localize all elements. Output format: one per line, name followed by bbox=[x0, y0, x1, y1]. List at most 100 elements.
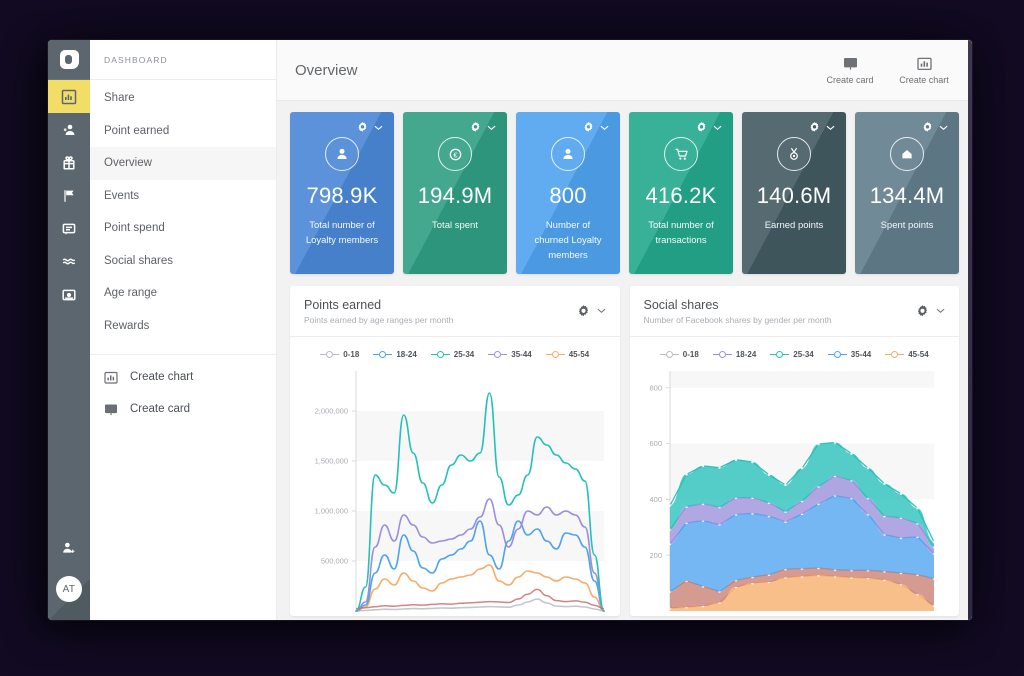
legend-item[interactable]: 25-34 bbox=[770, 350, 814, 359]
panel-subtitle: Points earned by age ranges per month bbox=[304, 314, 454, 325]
card-tools[interactable] bbox=[582, 112, 620, 134]
chart-panel-row: Points earned Points earned by age range… bbox=[290, 286, 959, 616]
rail-item-chart[interactable] bbox=[48, 80, 90, 113]
person-icon bbox=[337, 148, 347, 159]
sidebar-item-events[interactable]: Events bbox=[90, 180, 276, 213]
card-tools[interactable] bbox=[469, 112, 507, 134]
kpi-card-spent-points[interactable]: 134.4M Spent points bbox=[855, 112, 959, 274]
panel-title: Points earned bbox=[304, 297, 382, 312]
sidebar-create-chart-button[interactable]: Create chart bbox=[90, 361, 276, 393]
sidebar-item-overview[interactable]: Overview bbox=[90, 147, 276, 180]
sidebar-item-point-earned[interactable]: Point earned bbox=[90, 115, 276, 148]
kpi-card-loyalty-members[interactable]: 798.9K Total number of Loyalty members bbox=[290, 112, 394, 274]
rail-item-waves[interactable] bbox=[48, 245, 90, 278]
chevron-down-icon bbox=[600, 125, 609, 130]
screenshot-root: AT DASHBOARD Share Point earned Overview… bbox=[0, 0, 1024, 676]
legend-item[interactable]: 25-34 bbox=[430, 350, 475, 359]
chart-plot-area: 500,000 1,000,000 1,500,000 2,000,000 bbox=[290, 365, 620, 615]
message-icon bbox=[62, 223, 76, 235]
kpi-card-total-spent[interactable]: € 194.9M Total spent bbox=[403, 112, 507, 274]
legend-item[interactable]: 18-24 bbox=[373, 350, 417, 359]
chevron-down-icon bbox=[936, 308, 945, 314]
create-card-button[interactable]: Create card bbox=[824, 55, 876, 85]
waves-icon bbox=[62, 258, 76, 264]
card-tools[interactable] bbox=[921, 112, 959, 134]
panel-tools[interactable] bbox=[915, 304, 945, 319]
legend-item[interactable]: 35-44 bbox=[827, 350, 872, 359]
legend-label: 18-24 bbox=[735, 350, 757, 359]
svg-text:200: 200 bbox=[649, 551, 662, 560]
home-icon bbox=[902, 150, 912, 159]
legend-marker-icon bbox=[885, 351, 905, 358]
topbar: Overview Create card Create chart bbox=[277, 40, 972, 101]
legend-item[interactable]: 45-54 bbox=[885, 350, 929, 359]
sidebar-divider bbox=[90, 354, 276, 355]
panel-header-text: Social shares Number of Facebook shares … bbox=[644, 298, 832, 325]
sidebar-create-card-button[interactable]: Create card bbox=[90, 393, 276, 425]
rail-item-users[interactable] bbox=[48, 113, 90, 146]
gear-icon bbox=[471, 121, 480, 132]
panel-points-earned: Points earned Points earned by age range… bbox=[290, 286, 620, 616]
kpi-card-churned-members[interactable]: 800 Number of churned Loyalty members bbox=[516, 112, 620, 274]
legend-label: 25-34 bbox=[793, 350, 814, 359]
legend-item[interactable]: 0-18 bbox=[659, 350, 699, 359]
card-icon bbox=[843, 55, 858, 71]
gear-icon bbox=[810, 121, 819, 132]
legend-item[interactable]: 45-54 bbox=[545, 350, 590, 359]
card-label: Total number of transactions bbox=[648, 220, 714, 246]
svg-text:1,000,000: 1,000,000 bbox=[315, 507, 348, 516]
legend-marker-icon bbox=[488, 351, 508, 358]
gear-icon bbox=[697, 121, 706, 132]
kpi-card-transactions[interactable]: 416.2K Total number of transactions bbox=[629, 112, 733, 274]
chevron-down-icon bbox=[374, 125, 383, 130]
rail-item-message[interactable] bbox=[48, 212, 90, 245]
app-window: AT DASHBOARD Share Point earned Overview… bbox=[48, 40, 972, 620]
dashboard-canvas: 798.9K Total number of Loyalty members €… bbox=[277, 101, 972, 620]
legend-item[interactable]: 35-44 bbox=[488, 350, 532, 359]
svg-text:1,500,000: 1,500,000 bbox=[315, 457, 348, 466]
rail-item-inbox[interactable] bbox=[48, 278, 90, 311]
card-icon-circle bbox=[890, 137, 924, 171]
legend-item[interactable]: 18-24 bbox=[712, 350, 757, 359]
svg-text:2,000,000: 2,000,000 bbox=[315, 407, 348, 416]
sidebar-item-point-spend[interactable]: Point spend bbox=[90, 212, 276, 245]
legend-marker-icon bbox=[430, 351, 450, 358]
legend-marker-icon bbox=[545, 351, 565, 358]
card-value: 140.6M bbox=[756, 183, 832, 208]
kpi-card-earned-points[interactable]: 140.6M Earned points bbox=[742, 112, 846, 274]
main-area: Overview Create card Create chart 798.9K… bbox=[277, 40, 972, 620]
create-chart-button[interactable]: Create chart bbox=[898, 55, 950, 85]
app-logo[interactable] bbox=[48, 40, 90, 80]
rail-item-gift[interactable] bbox=[48, 146, 90, 179]
users-icon bbox=[63, 124, 75, 135]
panel-tools[interactable] bbox=[576, 304, 606, 319]
gear-icon bbox=[358, 121, 367, 132]
chart-legend[interactable]: 0-18 18-24 25-34 35-44 45-54 bbox=[630, 337, 960, 365]
create-card-label: Create card bbox=[826, 75, 874, 85]
gear-icon bbox=[923, 121, 932, 132]
chevron-down-icon bbox=[713, 125, 722, 130]
sidebar-item-share[interactable]: Share bbox=[90, 82, 276, 115]
sidebar-item-rewards[interactable]: Rewards bbox=[90, 310, 276, 343]
create-chart-label: Create chart bbox=[899, 75, 949, 85]
rail-item-flag[interactable] bbox=[48, 179, 90, 212]
legend-label: 35-44 bbox=[850, 350, 872, 359]
card-tools[interactable] bbox=[356, 112, 394, 134]
chart-legend[interactable]: 0-18 18-24 25-34 35-44 45-54 bbox=[290, 337, 620, 365]
kpi-card-row: 798.9K Total number of Loyalty members €… bbox=[290, 112, 959, 274]
card-icon-circle bbox=[777, 137, 811, 171]
rail-item-add-user[interactable] bbox=[48, 531, 90, 564]
chevron-down-icon bbox=[597, 308, 605, 314]
legend-label: 45-54 bbox=[568, 350, 590, 359]
legend-label: 25-34 bbox=[453, 350, 475, 359]
sidebar-item-age-range[interactable]: Age range bbox=[90, 277, 276, 310]
chart-icon bbox=[61, 89, 77, 104]
line-chart: 500,000 1,000,000 1,500,000 2,000,000 bbox=[315, 371, 605, 612]
medal-icon bbox=[790, 147, 798, 160]
card-tools[interactable] bbox=[695, 112, 733, 134]
sidebar-item-social-shares[interactable]: Social shares bbox=[90, 245, 276, 278]
legend-item[interactable]: 0-18 bbox=[320, 350, 359, 359]
card-icon-circle bbox=[325, 137, 359, 171]
avatar[interactable]: AT bbox=[56, 576, 82, 602]
card-tools[interactable] bbox=[808, 112, 846, 134]
